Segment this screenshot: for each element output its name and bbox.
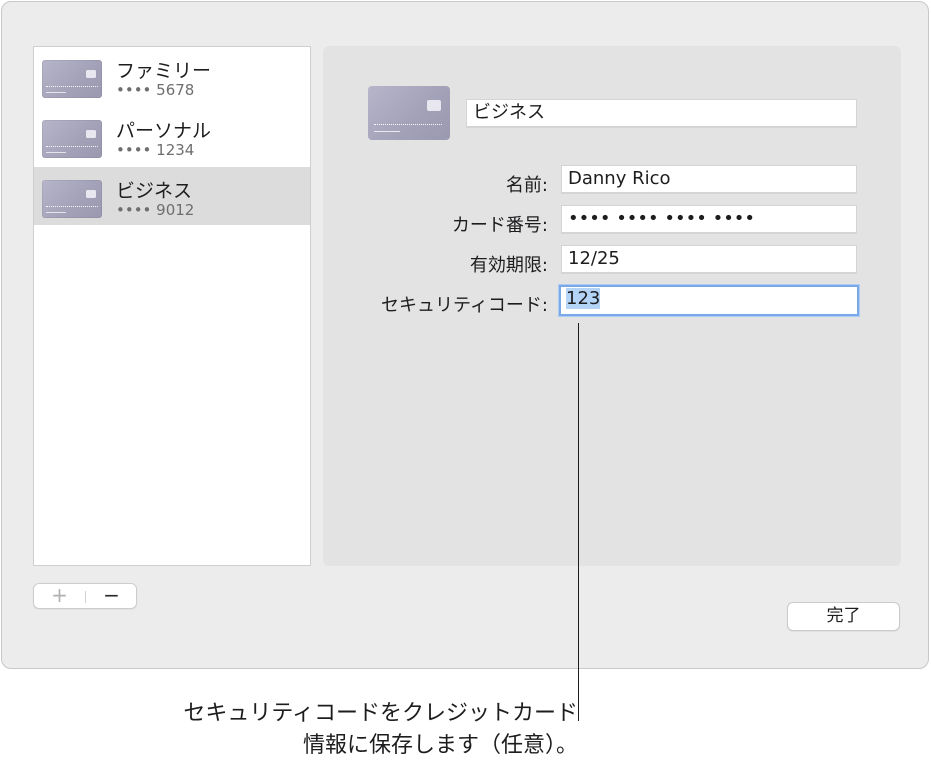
card-masked-number: •••• 9012 xyxy=(116,201,195,219)
done-button[interactable]: 完了 xyxy=(787,602,900,631)
card-detail-panel: ビジネス 名前: Danny Rico カード番号: •••• •••• •••… xyxy=(323,46,901,566)
card-masked-number: •••• 1234 xyxy=(116,141,195,159)
expiration-label: 有効期限: xyxy=(469,255,548,276)
callout-line-1: セキュリティコードをクレジットカード xyxy=(183,701,578,726)
card-list-item-personal[interactable]: パーソナル •••• 1234 xyxy=(34,107,310,165)
name-label: 名前: xyxy=(505,175,548,196)
expiration-field[interactable]: 12/25 xyxy=(561,245,857,273)
card-number-label: カード番号: xyxy=(451,215,548,236)
security-code-field[interactable]: 123 xyxy=(559,285,859,316)
card-number-field[interactable]: •••• •••• •••• •••• xyxy=(561,205,857,233)
card-list-item-business[interactable]: ビジネス •••• 9012 xyxy=(34,167,310,225)
remove-card-button[interactable]: − xyxy=(86,584,137,608)
card-description-field[interactable]: ビジネス xyxy=(466,99,857,127)
credit-card-settings-window: ファミリー •••• 5678 パーソナル •••• 1234 ビジネス •••… xyxy=(1,1,929,669)
callout-line xyxy=(578,323,579,721)
callout-line-2: 情報に保存します（任意）。 xyxy=(302,733,578,758)
credit-card-thumbnail-icon xyxy=(42,120,102,158)
security-code-label: セキュリティコード: xyxy=(381,295,548,316)
add-remove-control: + − xyxy=(33,583,137,609)
card-name: ビジネス xyxy=(116,180,193,202)
card-list: ファミリー •••• 5678 パーソナル •••• 1234 ビジネス •••… xyxy=(33,46,311,566)
credit-card-thumbnail-icon xyxy=(42,180,102,218)
credit-card-image-icon xyxy=(368,86,450,140)
card-name: パーソナル xyxy=(116,120,212,142)
card-list-item-family[interactable]: ファミリー •••• 5678 xyxy=(34,47,310,105)
security-code-value: 123 xyxy=(566,288,601,309)
callout-caption: セキュリティコードをクレジットカード 情報に保存します（任意）。 xyxy=(18,698,578,762)
name-field[interactable]: Danny Rico xyxy=(561,165,857,193)
card-masked-number: •••• 5678 xyxy=(116,81,195,99)
add-card-button[interactable]: + xyxy=(34,584,85,608)
card-name: ファミリー xyxy=(116,60,212,82)
credit-card-thumbnail-icon xyxy=(42,60,102,98)
